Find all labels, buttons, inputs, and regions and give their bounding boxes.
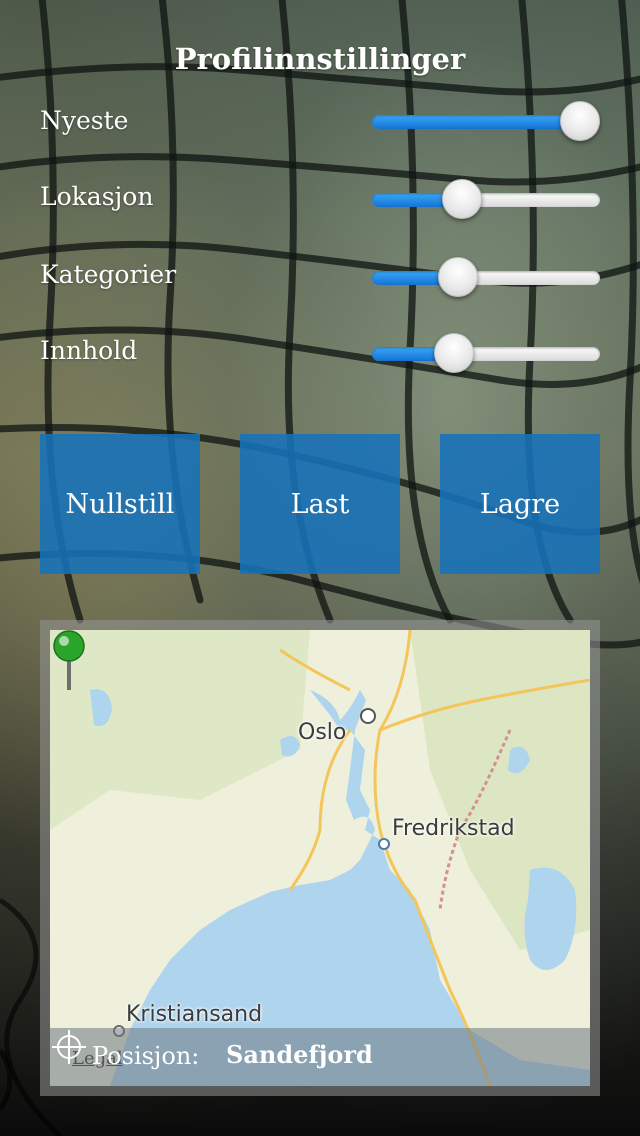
slider-label-innhold: Innhold xyxy=(40,336,138,365)
slider-thumb[interactable] xyxy=(437,257,478,297)
map-position-bar: Legal Posisjon: Sandefjord xyxy=(50,1028,590,1086)
slider-thumb[interactable] xyxy=(560,101,600,141)
slider-label-nyeste: Nyeste xyxy=(40,106,129,135)
map-label-kristiansand: Kristiansand xyxy=(126,1002,263,1027)
reset-button[interactable]: Nullstill xyxy=(40,434,200,574)
slider-label-kategorier: Kategorier xyxy=(40,260,177,289)
slider-label-lokasjon: Lokasjon xyxy=(40,182,154,211)
location-pin-icon[interactable] xyxy=(50,630,90,710)
slider-fill xyxy=(372,115,580,129)
kategorier-slider[interactable] xyxy=(372,256,600,300)
nyeste-slider[interactable] xyxy=(372,100,600,144)
page-title: Profilinnstillinger xyxy=(174,42,466,76)
save-button[interactable]: Lagre xyxy=(440,434,600,574)
innhold-slider[interactable] xyxy=(372,332,600,376)
map-label-fredrikstad: Fredrikstad xyxy=(392,816,515,841)
slider-thumb[interactable] xyxy=(434,333,475,373)
map-label-oslo: Oslo xyxy=(298,720,347,745)
map-frame: Oslo Fredrikstad Kristiansand Legal Posi… xyxy=(40,620,600,1096)
position-value: Sandefjord xyxy=(226,1040,373,1069)
load-button[interactable]: Last xyxy=(240,434,400,574)
slider-thumb[interactable] xyxy=(441,179,482,219)
crosshair-icon[interactable] xyxy=(50,1028,88,1066)
lokasjon-slider[interactable] xyxy=(372,178,600,222)
map-view[interactable]: Oslo Fredrikstad Kristiansand Legal Posi… xyxy=(50,630,590,1086)
position-label: Posisjon: xyxy=(92,1042,200,1070)
